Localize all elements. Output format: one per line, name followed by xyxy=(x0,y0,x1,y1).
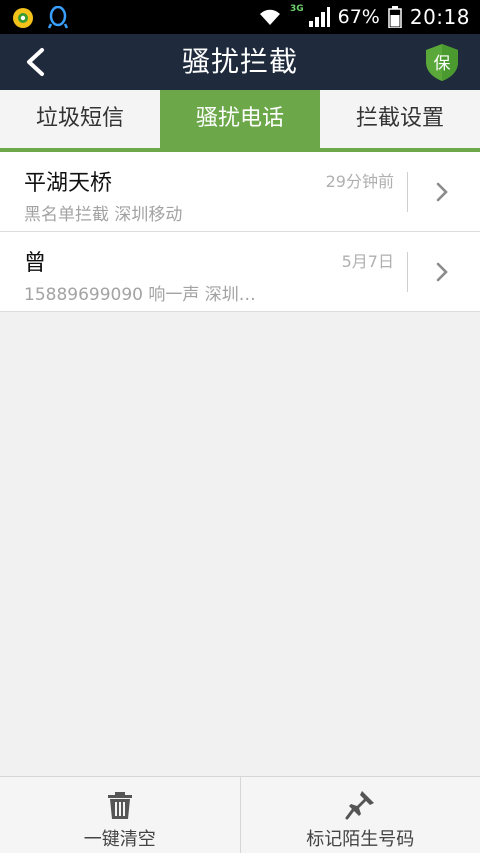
clock: 20:18 xyxy=(409,5,470,29)
app-notification-icon xyxy=(13,8,33,28)
call-detail: 黑名单拦截 深圳移动 xyxy=(24,205,183,225)
clear-all-button[interactable]: 一键清空 xyxy=(0,777,240,853)
signal-icon xyxy=(308,7,330,27)
tab-harassment-calls[interactable]: 骚扰电话 xyxy=(160,90,320,148)
mark-unknown-number-button[interactable]: 标记陌生号码 xyxy=(239,777,480,853)
list-item[interactable]: 平湖天桥 黑名单拦截 深圳移动 29分钟前 xyxy=(0,152,480,232)
status-bar: 3G 67% 20:18 xyxy=(0,0,480,34)
chevron-right-icon[interactable] xyxy=(432,180,452,204)
trash-icon xyxy=(107,792,132,819)
call-time: 5月7日 xyxy=(341,252,394,271)
bottom-action-bar: 一键清空 标记陌生号码 xyxy=(0,776,480,853)
tab-spam-sms[interactable]: 垃圾短信 xyxy=(0,90,160,148)
shield-icon: 保 xyxy=(426,44,458,81)
security-shield-button[interactable]: 保 xyxy=(422,42,462,82)
caller-name: 曾 xyxy=(24,251,47,276)
battery-percent: 67% xyxy=(337,6,380,28)
mark-unknown-number-label: 标记陌生号码 xyxy=(306,829,415,850)
call-time: 29分钟前 xyxy=(325,172,394,191)
pin-icon xyxy=(345,791,375,820)
call-detail: 15889699090 响一声 深圳移动 xyxy=(24,285,260,305)
list-item[interactable]: 曾 15889699090 响一声 深圳移动 5月7日 xyxy=(0,232,480,312)
battery-icon xyxy=(388,6,402,28)
row-divider xyxy=(407,252,408,292)
blocked-call-list: 平湖天桥 黑名单拦截 深圳移动 29分钟前 曾 15889699090 响一声 … xyxy=(0,152,480,312)
page-title: 骚扰拦截 xyxy=(181,45,298,78)
clear-all-label: 一键清空 xyxy=(83,829,156,850)
shield-badge-text: 保 xyxy=(434,54,451,74)
tab-block-settings[interactable]: 拦截设置 xyxy=(320,90,480,148)
network-type: 3G xyxy=(289,4,304,14)
caller-name: 平湖天桥 xyxy=(24,171,113,196)
qq-icon xyxy=(48,6,68,29)
wifi-icon xyxy=(259,9,280,25)
chevron-right-icon[interactable] xyxy=(432,260,452,284)
row-divider xyxy=(407,172,408,212)
tab-bar: 垃圾短信 骚扰电话 拦截设置 xyxy=(0,90,480,152)
title-bar: 骚扰拦截 保 xyxy=(0,34,480,90)
